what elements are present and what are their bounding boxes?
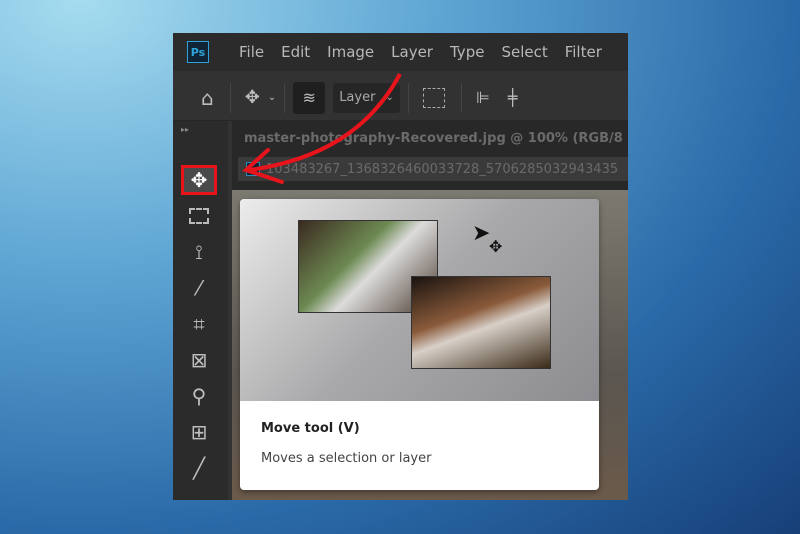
- arrow-curve: [249, 73, 402, 172]
- annotation-arrow: [242, 73, 402, 184]
